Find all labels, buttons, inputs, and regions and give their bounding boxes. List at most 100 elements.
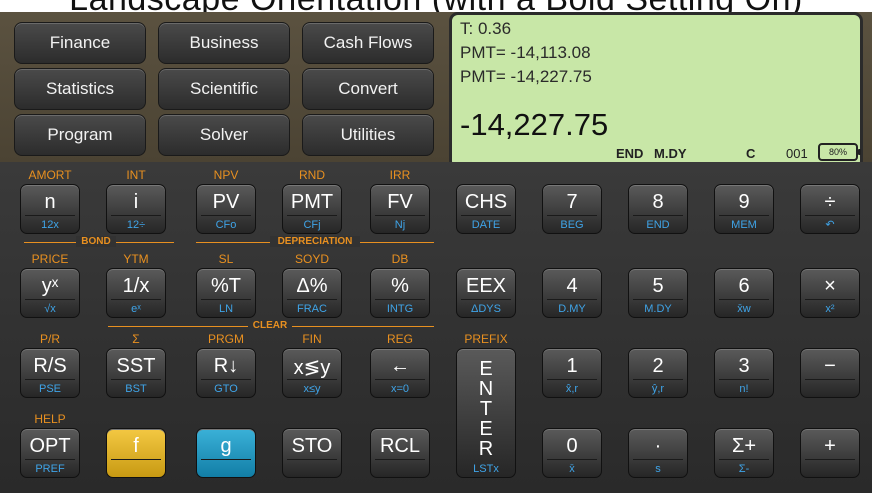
key-sub-label: PREF xyxy=(35,463,65,475)
key-1[interactable]: 1 x̂,r xyxy=(542,348,602,398)
key-divider xyxy=(375,379,425,380)
key-main-label: CHS xyxy=(464,191,508,213)
key-EEX[interactable]: EEX ΔDYS xyxy=(456,268,516,318)
key-PV[interactable]: PV CFo xyxy=(196,184,256,234)
key-8[interactable]: 8 END xyxy=(628,184,688,234)
key-shift-label: REG xyxy=(386,332,413,346)
key-R↓[interactable]: R↓ GTO xyxy=(196,348,256,398)
utilities-button[interactable]: Utilities xyxy=(302,114,434,156)
enter-label: ENTER xyxy=(478,358,494,460)
key-x≶y[interactable]: x≶y x≤y xyxy=(282,348,342,398)
key-R/S[interactable]: R/S PSE xyxy=(20,348,80,398)
key-1/x[interactable]: 1/x eˣ xyxy=(106,268,166,318)
key-g[interactable]: g xyxy=(196,428,256,478)
key-divider xyxy=(287,379,337,380)
key-main-label: %T xyxy=(211,275,241,297)
key-%T[interactable]: %T LN xyxy=(196,268,256,318)
key-shift-label: SL xyxy=(218,252,234,266)
key-6[interactable]: 6 x̄w xyxy=(714,268,774,318)
key-main-label: 0 xyxy=(566,435,578,457)
key-0[interactable]: 0 x̄ xyxy=(542,428,602,478)
key-←[interactable]: ← x=0 xyxy=(370,348,430,398)
key-FV[interactable]: FV Nj xyxy=(370,184,430,234)
key-divider xyxy=(547,379,597,380)
key-main-label: RCL xyxy=(379,435,420,457)
key-sub-label: 12÷ xyxy=(126,219,146,231)
depreciation-label: DEPRECIATION xyxy=(270,236,360,247)
key-f[interactable]: f xyxy=(106,428,166,478)
key-main-label: 4 xyxy=(566,275,578,297)
key-2[interactable]: 2 ŷ,r xyxy=(628,348,688,398)
program-button[interactable]: Program xyxy=(14,114,146,156)
solver-button[interactable]: Solver xyxy=(158,114,290,156)
scientific-button[interactable]: Scientific xyxy=(158,68,290,110)
key-%[interactable]: % INTG xyxy=(370,268,430,318)
business-button[interactable]: Business xyxy=(158,22,290,64)
battery-icon: 80% xyxy=(818,143,861,161)
key-main-label: i xyxy=(133,191,139,213)
key-4[interactable]: 4 D.MY xyxy=(542,268,602,318)
key-5[interactable]: 5 M.DY xyxy=(628,268,688,318)
key-÷[interactable]: ÷ ↶ xyxy=(800,184,860,234)
key-main-label: g xyxy=(220,435,232,457)
key-main-label: 1 xyxy=(566,355,578,377)
statistics-button[interactable]: Statistics xyxy=(14,68,146,110)
key-divider xyxy=(633,379,683,380)
key-main-label: · xyxy=(654,435,662,457)
key-Σ+[interactable]: Σ+ Σ- xyxy=(714,428,774,478)
key-main-label: FV xyxy=(387,191,413,213)
key-divider xyxy=(25,215,75,216)
key-sub-label: LN xyxy=(218,303,234,315)
key-divider xyxy=(287,459,337,460)
key-sub-label: D.MY xyxy=(558,303,586,315)
finance-button[interactable]: Finance xyxy=(14,22,146,64)
key-sub-label: GTO xyxy=(214,383,238,395)
key-9[interactable]: 9 MEM xyxy=(714,184,774,234)
key-3[interactable]: 3 n! xyxy=(714,348,774,398)
key-divider xyxy=(547,299,597,300)
key-×[interactable]: × x² xyxy=(800,268,860,318)
key-+[interactable]: + xyxy=(800,428,860,478)
key-sub-label: 12x xyxy=(41,219,59,231)
cash-flows-button[interactable]: Cash Flows xyxy=(302,22,434,64)
key-STO[interactable]: STO xyxy=(282,428,342,478)
key-yˣ[interactable]: yˣ √x xyxy=(20,268,80,318)
key-divider xyxy=(633,299,683,300)
key-divider xyxy=(201,299,251,300)
display-line-2: PMT= -14,113.08 xyxy=(460,43,591,62)
key-divider xyxy=(633,215,683,216)
convert-button[interactable]: Convert xyxy=(302,68,434,110)
key-divider xyxy=(805,459,855,460)
key-divider xyxy=(201,459,251,460)
key-7[interactable]: 7 BEG xyxy=(542,184,602,234)
key-main-label: SST xyxy=(116,355,156,377)
enter-button[interactable]: ENTER LSTx xyxy=(456,348,516,478)
key-i[interactable]: i 12÷ xyxy=(106,184,166,234)
key-RCL[interactable]: RCL xyxy=(370,428,430,478)
key-divider xyxy=(719,215,769,216)
key-main-label: 1/x xyxy=(122,275,150,297)
key-divider xyxy=(25,459,75,460)
key-main-label: EEX xyxy=(465,275,507,297)
key-−[interactable]: − xyxy=(800,348,860,398)
key-main-label: STO xyxy=(291,435,333,457)
prefix-label: PREFIX xyxy=(464,332,508,346)
key-divider xyxy=(111,299,161,300)
key-sub-label: MEM xyxy=(731,219,757,231)
key-main-label: R↓ xyxy=(213,355,239,377)
key-divider xyxy=(287,215,337,216)
key-main-label: 8 xyxy=(652,191,664,213)
key-sub-label: n! xyxy=(739,383,749,395)
key-·[interactable]: · s xyxy=(628,428,688,478)
key-Δ%[interactable]: Δ% FRAC xyxy=(282,268,342,318)
key-SST[interactable]: SST BST xyxy=(106,348,166,398)
key-main-label: yˣ xyxy=(41,275,59,297)
key-divider xyxy=(805,299,855,300)
display-line-3: PMT= -14,227.75 xyxy=(460,67,592,86)
key-OPT[interactable]: OPT PREF xyxy=(20,428,80,478)
key-PMT[interactable]: PMT CFj xyxy=(282,184,342,234)
key-shift-label: AMORT xyxy=(28,168,72,182)
key-sub-label: BEG xyxy=(560,219,584,231)
key-CHS[interactable]: CHS DATE xyxy=(456,184,516,234)
key-n[interactable]: n 12x xyxy=(20,184,80,234)
